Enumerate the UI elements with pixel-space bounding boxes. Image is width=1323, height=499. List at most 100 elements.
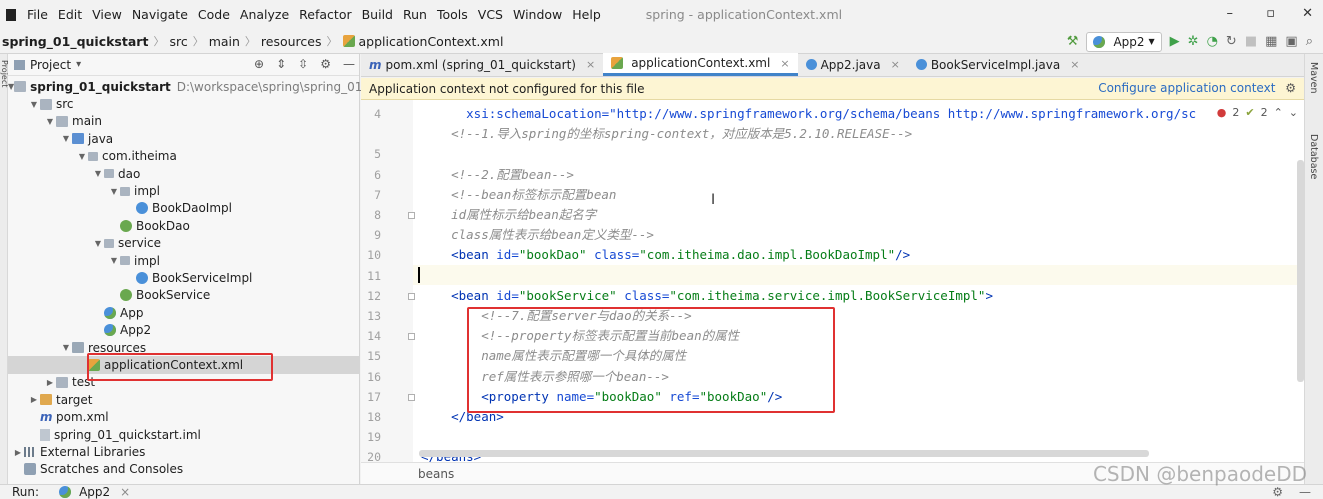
close-tab-icon[interactable]: × xyxy=(780,57,789,70)
fold-marker-icon[interactable] xyxy=(408,212,415,219)
tree-item[interactable]: BookServiceImpl xyxy=(8,269,360,286)
project-panel-title[interactable]: Project xyxy=(30,58,71,72)
chevron-down-icon[interactable]: ▾ xyxy=(76,59,81,70)
chevron-down-icon[interactable]: ▼ xyxy=(60,343,72,352)
tab-pom-xml[interactable]: m pom.xml (spring_01_quickstart) × xyxy=(361,53,603,76)
menu-tools[interactable]: Tools xyxy=(432,7,473,22)
tree-item[interactable]: App xyxy=(8,304,360,321)
chevron-down-icon[interactable]: ▼ xyxy=(108,256,120,265)
menu-refactor[interactable]: Refactor xyxy=(294,7,356,22)
run-icon[interactable]: ▶ xyxy=(1170,35,1180,48)
tree-item[interactable]: BookService xyxy=(8,287,360,304)
project-structure-icon[interactable]: ▦ xyxy=(1265,35,1277,48)
tree-item[interactable]: ▼ impl xyxy=(8,182,360,199)
menu-analyze[interactable]: Analyze xyxy=(235,7,294,22)
tab-bookserviceimpl-java[interactable]: BookServiceImpl.java × xyxy=(908,53,1088,76)
chevron-down-icon[interactable]: ▼ xyxy=(108,187,120,196)
close-window-button[interactable]: ✕ xyxy=(1302,6,1313,21)
chevron-down-icon[interactable]: ▼ xyxy=(44,117,56,126)
horizontal-scrollbar[interactable] xyxy=(419,450,1149,457)
tab-app2-java[interactable]: App2.java × xyxy=(798,53,908,76)
tree-item[interactable]: ▼ service xyxy=(8,235,360,252)
code-token: id= xyxy=(496,287,519,303)
close-tab-icon[interactable]: × xyxy=(120,485,130,499)
tree-item[interactable]: ▶ External Libraries xyxy=(8,443,360,460)
fold-marker-icon[interactable] xyxy=(408,333,415,341)
menu-build[interactable]: Build xyxy=(357,7,398,22)
tree-item[interactable]: spring_01_quickstart.iml xyxy=(8,426,360,443)
tree-item[interactable]: ▶ target xyxy=(8,391,360,408)
hammer-build-icon[interactable]: ⚒ xyxy=(1067,35,1079,48)
search-icon[interactable]: ⌕ xyxy=(1306,35,1313,48)
chevron-right-icon[interactable]: ▶ xyxy=(28,395,40,404)
menu-file[interactable]: File xyxy=(22,7,53,22)
locate-file-icon[interactable]: ⊕ xyxy=(254,57,264,71)
vertical-scrollbar[interactable] xyxy=(1297,160,1304,382)
tree-item[interactable]: ▼ spring_01_quickstart D:\workspace\spring… xyxy=(8,78,394,95)
text-caret xyxy=(418,267,420,283)
gear-icon[interactable]: ⚙ xyxy=(320,57,331,71)
tree-item[interactable]: ▼ src xyxy=(8,95,360,112)
gear-icon[interactable]: ⚙ xyxy=(1285,81,1296,95)
debug-icon[interactable]: ✲ xyxy=(1188,35,1199,48)
fold-marker-icon[interactable] xyxy=(408,292,415,300)
breadcrumb-beans[interactable]: beans xyxy=(418,467,454,481)
run-configuration-select[interactable]: App2 ▼ xyxy=(1086,31,1162,52)
tab-application-context-xml[interactable]: applicationContext.xml × xyxy=(603,53,798,76)
project-panel: Project ▾ ⊕ ⇕ ⇳ ⚙ — ▼ spring_01_quickstar… xyxy=(8,54,394,484)
gear-icon[interactable]: ⚙ xyxy=(1272,485,1283,499)
coverage-icon[interactable]: ◔ xyxy=(1207,35,1218,48)
menu-help[interactable]: Help xyxy=(567,7,606,22)
expand-all-icon[interactable]: ⇕ xyxy=(276,57,286,71)
tree-item[interactable]: ▼ com.itheima xyxy=(8,148,360,165)
next-highlight-icon[interactable]: ⌄ xyxy=(1289,106,1298,119)
menu-window[interactable]: Window xyxy=(508,7,567,22)
tree-item[interactable]: BookDaoImpl xyxy=(8,200,360,217)
configure-context-link[interactable]: Configure application context ⚙ xyxy=(1098,81,1296,95)
breadcrumb-resources[interactable]: resources xyxy=(261,34,322,49)
tree-item[interactable]: ▼ main xyxy=(8,113,360,130)
collapse-all-icon[interactable]: ⇳ xyxy=(298,57,308,71)
tree-item[interactable]: Scratches and Consoles xyxy=(8,461,360,478)
stop-icon[interactable]: ■ xyxy=(1245,35,1257,48)
close-tab-icon[interactable]: × xyxy=(1070,58,1079,71)
hide-panel-icon[interactable]: — xyxy=(1299,485,1311,499)
hide-panel-icon[interactable]: — xyxy=(343,57,355,71)
fold-marker-icon[interactable] xyxy=(408,393,415,401)
close-tab-icon[interactable]: × xyxy=(891,58,900,71)
breadcrumb-project[interactable]: spring_01_quickstart xyxy=(2,34,148,49)
chevron-right-icon[interactable]: ▶ xyxy=(12,448,24,457)
tree-item[interactable]: ▼ impl xyxy=(8,252,360,269)
tree-item[interactable]: ▼ dao xyxy=(8,165,360,182)
menu-navigate[interactable]: Navigate xyxy=(127,7,193,22)
maven-tool-button[interactable]: Maven xyxy=(1308,62,1319,94)
tree-item[interactable]: BookDao xyxy=(8,217,360,234)
tree-item[interactable]: ▼ java xyxy=(8,130,360,147)
run-tab-app2[interactable]: App2 × xyxy=(59,485,130,499)
tree-item[interactable]: m pom.xml xyxy=(8,409,360,426)
breadcrumb-main[interactable]: main xyxy=(209,34,240,49)
layout-icon[interactable]: ▣ xyxy=(1285,35,1297,48)
database-tool-button[interactable]: Database xyxy=(1308,134,1319,179)
chevron-down-icon[interactable]: ▼ xyxy=(28,100,40,109)
chevron-down-icon[interactable]: ▼ xyxy=(92,169,104,178)
code-editor[interactable]: 456789101112131415161718192021 xsi:schem… xyxy=(361,100,1304,462)
minimize-button[interactable]: – xyxy=(1227,6,1234,21)
menu-view[interactable]: View xyxy=(87,7,127,22)
close-tab-icon[interactable]: × xyxy=(586,58,595,71)
chevron-right-icon[interactable]: ▶ xyxy=(44,378,56,387)
maximize-button[interactable]: ▫ xyxy=(1266,6,1275,21)
menu-vcs[interactable]: VCS xyxy=(473,7,508,22)
menu-run[interactable]: Run xyxy=(398,7,432,22)
previous-highlight-icon[interactable]: ⌃ xyxy=(1274,106,1283,119)
chevron-down-icon[interactable]: ▼ xyxy=(92,239,104,248)
profiler-icon[interactable]: ↻ xyxy=(1226,35,1237,48)
menu-edit[interactable]: Edit xyxy=(53,7,87,22)
menu-code[interactable]: Code xyxy=(193,7,235,22)
chevron-down-icon[interactable]: ▼ xyxy=(76,152,88,161)
inspection-widget[interactable]: ● 2 ✔ 2 ⌃ ⌄ xyxy=(1216,106,1298,119)
breadcrumb-src[interactable]: src xyxy=(169,34,187,49)
tree-item[interactable]: App2 xyxy=(8,322,360,339)
breadcrumb-file[interactable]: applicationContext.xml xyxy=(359,34,504,49)
chevron-down-icon[interactable]: ▼ xyxy=(60,134,72,143)
